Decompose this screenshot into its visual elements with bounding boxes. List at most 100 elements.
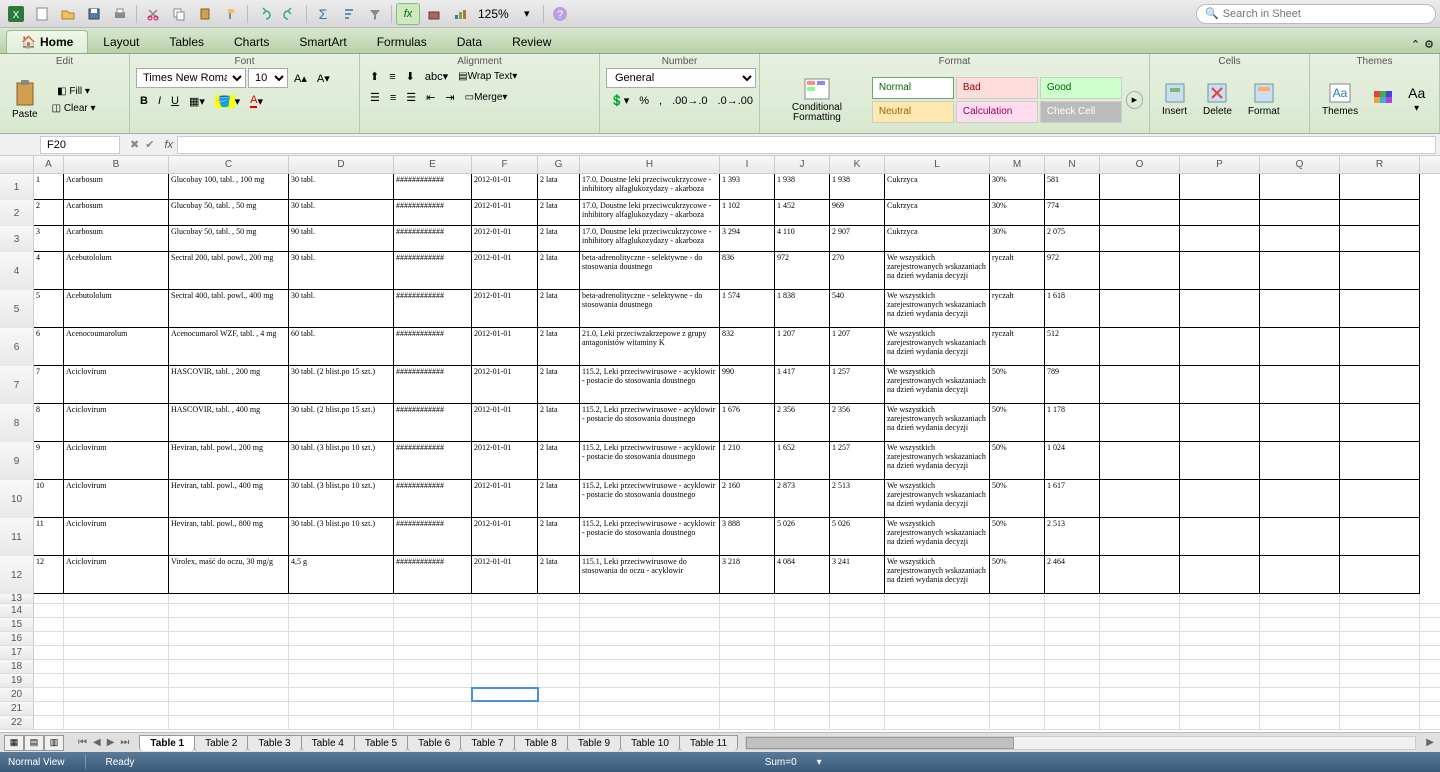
cell[interactable]: 2 lata <box>538 174 580 200</box>
fill-button[interactable]: ◧ Fill ▾ <box>48 84 100 99</box>
cell[interactable] <box>394 660 472 673</box>
cell[interactable]: 2012-01-01 <box>472 366 538 404</box>
cell[interactable]: 1 617 <box>1045 480 1100 518</box>
cell[interactable]: Sectral 200, tabl. powl., 200 mg <box>169 252 289 290</box>
page-layout-view-icon[interactable]: ▤ <box>24 735 44 751</box>
cell[interactable]: 2 lata <box>538 328 580 366</box>
row-header[interactable]: 11 <box>0 518 34 556</box>
cell[interactable]: 581 <box>1045 174 1100 200</box>
last-sheet-icon[interactable]: ⏭ <box>118 737 131 748</box>
cell[interactable] <box>289 646 394 659</box>
help-icon[interactable]: ? <box>548 3 572 25</box>
cell[interactable]: 2012-01-01 <box>472 442 538 480</box>
cell[interactable] <box>1100 480 1180 518</box>
bold-button[interactable]: B <box>136 92 152 110</box>
tab-review[interactable]: Review <box>497 30 566 53</box>
cell[interactable]: 6 <box>34 328 64 366</box>
sheet-tab[interactable]: Table 6 <box>407 735 461 751</box>
cell[interactable] <box>1340 518 1420 556</box>
column-header-H[interactable]: H <box>580 156 720 173</box>
cell[interactable] <box>1100 252 1180 290</box>
cell[interactable] <box>1340 618 1420 631</box>
cell[interactable]: 1 024 <box>1045 442 1100 480</box>
cell[interactable] <box>538 594 580 603</box>
cell[interactable] <box>394 688 472 701</box>
cell[interactable]: Acebutololum <box>64 290 169 328</box>
paste-icon[interactable] <box>193 3 217 25</box>
ribbon-collapse-icon[interactable]: ⌃ <box>1411 38 1420 51</box>
indent-left-icon[interactable]: ⇤ <box>422 89 439 106</box>
cell[interactable] <box>1180 480 1260 518</box>
cell[interactable] <box>1260 716 1340 729</box>
cell[interactable] <box>720 646 775 659</box>
cell[interactable] <box>289 618 394 631</box>
cell[interactable]: 3 888 <box>720 518 775 556</box>
delete-button[interactable]: Delete <box>1197 78 1238 121</box>
cell[interactable]: 2 lata <box>538 480 580 518</box>
cell[interactable] <box>580 604 720 617</box>
column-header-R[interactable]: R <box>1340 156 1420 173</box>
cell[interactable] <box>1100 688 1180 701</box>
cell[interactable] <box>830 660 885 673</box>
cell[interactable] <box>472 646 538 659</box>
cell[interactable]: 30% <box>990 226 1045 252</box>
cell[interactable]: 1 257 <box>830 442 885 480</box>
sheet-tab[interactable]: Table 4 <box>301 735 355 751</box>
cell[interactable]: 30 tabl. <box>289 200 394 226</box>
cell[interactable]: 115.2, Leki przeciwwirusowe - acyklowir … <box>580 366 720 404</box>
prev-sheet-icon[interactable]: ◀ <box>91 737 103 748</box>
cell[interactable]: 2 464 <box>1045 556 1100 594</box>
cell[interactable] <box>34 604 64 617</box>
cell[interactable]: 3 241 <box>830 556 885 594</box>
cell[interactable] <box>1100 174 1180 200</box>
format-button[interactable]: Format <box>1242 78 1286 121</box>
cell[interactable] <box>472 594 538 603</box>
cell[interactable] <box>830 646 885 659</box>
cell[interactable]: 2012-01-01 <box>472 174 538 200</box>
cell[interactable] <box>830 594 885 603</box>
column-header-P[interactable]: P <box>1180 156 1260 173</box>
cell[interactable]: ryczałt <box>990 252 1045 290</box>
column-header-L[interactable]: L <box>885 156 990 173</box>
percent-icon[interactable]: % <box>635 92 653 109</box>
cell[interactable]: 1 207 <box>830 328 885 366</box>
grow-font-icon[interactable]: A▴ <box>290 68 311 88</box>
cell[interactable] <box>830 604 885 617</box>
cell[interactable]: Aciclovirum <box>64 480 169 518</box>
cell[interactable]: 2 lata <box>538 442 580 480</box>
status-sum-dropdown-icon[interactable]: ▾ <box>817 757 822 768</box>
cell[interactable]: 774 <box>1045 200 1100 226</box>
cell[interactable] <box>1340 604 1420 617</box>
cell[interactable] <box>1100 660 1180 673</box>
scroll-right-icon[interactable]: ▶ <box>1420 737 1440 748</box>
styles-more-icon[interactable]: ▸ <box>1126 91 1143 109</box>
row-header[interactable]: 10 <box>0 480 34 518</box>
column-header-Q[interactable]: Q <box>1260 156 1340 173</box>
cell[interactable]: ############ <box>394 518 472 556</box>
cell[interactable]: 3 <box>34 226 64 252</box>
cell[interactable] <box>1180 618 1260 631</box>
zoom-dropdown-icon[interactable]: ▾ <box>515 3 539 25</box>
column-header-O[interactable]: O <box>1100 156 1180 173</box>
cell[interactable] <box>1260 688 1340 701</box>
cell[interactable]: 17.0, Doustne leki przeciwcukrzycowe - i… <box>580 226 720 252</box>
cell[interactable] <box>64 716 169 729</box>
column-header-F[interactable]: F <box>472 156 538 173</box>
column-header-B[interactable]: B <box>64 156 169 173</box>
cell[interactable]: We wszystkich zarejestrowanych wskazania… <box>885 404 990 442</box>
font-size-select[interactable]: 10 <box>248 68 288 88</box>
format-painter-icon[interactable] <box>219 3 243 25</box>
cell[interactable]: Aciclovirum <box>64 518 169 556</box>
cell[interactable] <box>1180 442 1260 480</box>
cell[interactable] <box>1180 252 1260 290</box>
cell[interactable]: 270 <box>830 252 885 290</box>
cell[interactable] <box>830 688 885 701</box>
cell[interactable] <box>1180 556 1260 594</box>
cell[interactable] <box>538 632 580 645</box>
cell[interactable] <box>1260 702 1340 715</box>
cell[interactable]: HASCOVIR, tabl. , 200 mg <box>169 366 289 404</box>
cell[interactable]: 11 <box>34 518 64 556</box>
toolbox-icon[interactable] <box>422 3 446 25</box>
cell[interactable] <box>1100 366 1180 404</box>
cell[interactable] <box>472 716 538 729</box>
